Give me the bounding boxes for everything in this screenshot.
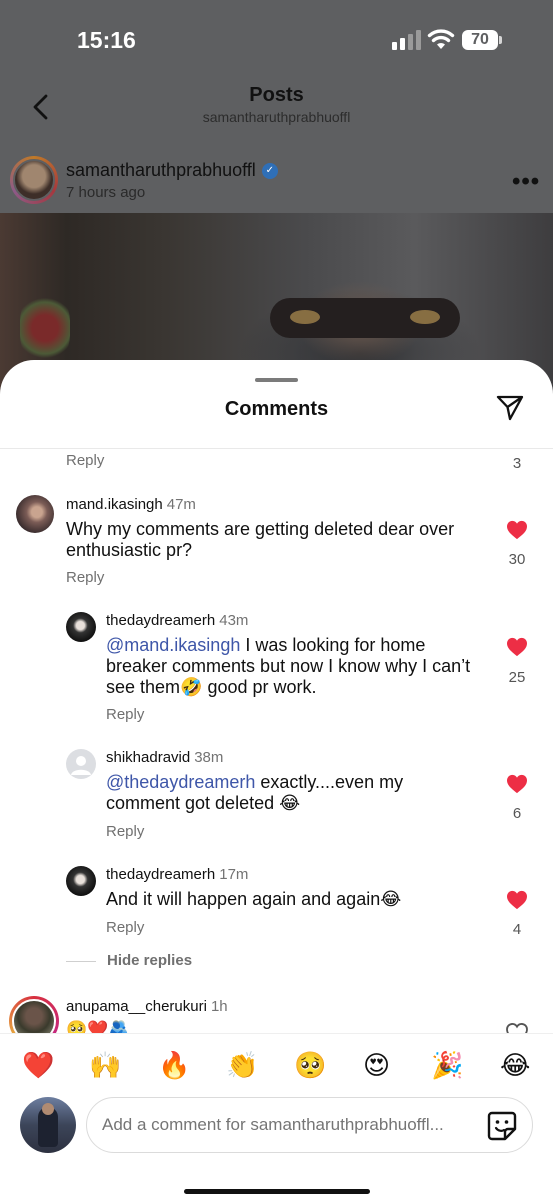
page-subtitle: samantharuthprabhuoffl bbox=[202, 109, 351, 125]
hide-replies-button[interactable]: Hide replies bbox=[107, 952, 192, 969]
comment-time: 47m bbox=[166, 496, 196, 513]
comments-sheet: Comments Reply 3 mand.ikasingh 47m Why my… bbox=[0, 360, 553, 1200]
reply-text: And it will happen again and again😂 bbox=[106, 889, 402, 909]
status-bar: 15:16 70 bbox=[0, 0, 553, 80]
avatar[interactable] bbox=[66, 749, 96, 779]
home-indicator bbox=[184, 1189, 370, 1194]
emoji-clapping[interactable]: 👏 bbox=[226, 1050, 258, 1080]
share-icon[interactable] bbox=[495, 394, 525, 422]
reply-text: @mand.ikasingh I was looking for home br… bbox=[106, 635, 471, 697]
emoji-raised-hands[interactable]: 🙌 bbox=[89, 1050, 121, 1080]
comment-username[interactable]: anupama__cherukuri 1h bbox=[66, 998, 228, 1015]
reply-button[interactable]: Reply bbox=[66, 452, 104, 469]
emoji-pleading[interactable]: 🥺 bbox=[294, 1050, 326, 1080]
like-count: 30 bbox=[508, 551, 526, 568]
avatar[interactable] bbox=[66, 612, 96, 642]
comment-input[interactable] bbox=[102, 1115, 472, 1135]
sticker-icon[interactable] bbox=[486, 1110, 518, 1142]
comment-composer[interactable] bbox=[86, 1097, 533, 1153]
post-author-name[interactable]: samantharuthprabhuoffl ✓ bbox=[66, 160, 278, 181]
avatar[interactable] bbox=[66, 866, 96, 896]
hide-replies-line bbox=[66, 961, 96, 962]
emoji-laughing[interactable]: 😂 bbox=[500, 1050, 530, 1080]
battery-icon: 70 bbox=[462, 30, 498, 50]
comment-text: Why my comments are getting deleted dear… bbox=[66, 519, 455, 560]
like-count: 25 bbox=[508, 669, 526, 686]
comment-username[interactable]: mand.ikasingh 47m bbox=[66, 496, 196, 513]
emoji-reaction-bar: ❤️ 🙌 🔥 👏 🥺 😍 🎉 😂 bbox=[0, 1033, 553, 1093]
emoji-fire[interactable]: 🔥 bbox=[158, 1050, 190, 1080]
heart-filled-icon[interactable] bbox=[506, 637, 528, 657]
like-count: 3 bbox=[512, 455, 522, 472]
mention-link[interactable]: @mand.ikasingh bbox=[106, 635, 240, 655]
reply-time: 38m bbox=[194, 749, 224, 766]
post-time: 7 hours ago bbox=[66, 184, 146, 201]
reply-button[interactable]: Reply bbox=[106, 823, 144, 840]
post-author-username[interactable]: samantharuthprabhuoffl bbox=[66, 160, 256, 181]
like-count: 4 bbox=[512, 921, 522, 938]
heart-filled-icon[interactable] bbox=[506, 520, 528, 540]
post-author-avatar[interactable] bbox=[10, 156, 58, 204]
reply-button[interactable]: Reply bbox=[106, 919, 144, 936]
like-count: 6 bbox=[512, 805, 522, 822]
sheet-title: Comments bbox=[224, 398, 329, 420]
reply-time: 43m bbox=[219, 612, 249, 629]
dimmed-background: 15:16 70 Posts samantharuthprabhuoffl sa… bbox=[0, 0, 553, 420]
more-options-icon[interactable]: ••• bbox=[512, 168, 540, 196]
battery-tip bbox=[499, 36, 502, 44]
avatar[interactable] bbox=[16, 495, 54, 533]
sheet-grabber[interactable] bbox=[255, 378, 298, 382]
reply-username[interactable]: shikhadravid 38m bbox=[106, 749, 223, 766]
reply-text: @thedaydreamerh exactly....even my comme… bbox=[106, 772, 404, 813]
heart-filled-icon[interactable] bbox=[506, 774, 528, 794]
mention-link[interactable]: @thedaydreamerh bbox=[106, 772, 255, 792]
heart-filled-icon[interactable] bbox=[506, 890, 528, 910]
sheet-divider bbox=[0, 448, 553, 449]
emoji-heart-eyes[interactable]: 😍 bbox=[363, 1050, 390, 1080]
emoji-heart[interactable]: ❤️ bbox=[22, 1050, 54, 1080]
wifi-icon bbox=[427, 29, 455, 49]
cellular-signal-icon bbox=[392, 30, 422, 50]
status-time: 15:16 bbox=[77, 27, 136, 53]
comment-time: 1h bbox=[210, 998, 228, 1015]
reply-button[interactable]: Reply bbox=[66, 569, 104, 586]
reply-username[interactable]: thedaydreamerh 43m bbox=[106, 612, 248, 629]
current-user-avatar bbox=[20, 1097, 76, 1153]
verified-badge-icon: ✓ bbox=[261, 162, 278, 179]
page-title: Posts bbox=[249, 84, 304, 106]
default-avatar-icon bbox=[71, 756, 91, 775]
reply-time: 17m bbox=[219, 866, 249, 883]
reply-button[interactable]: Reply bbox=[106, 706, 144, 723]
emoji-party-popper[interactable]: 🎉 bbox=[431, 1050, 463, 1080]
reply-username[interactable]: thedaydreamerh 17m bbox=[106, 866, 248, 883]
